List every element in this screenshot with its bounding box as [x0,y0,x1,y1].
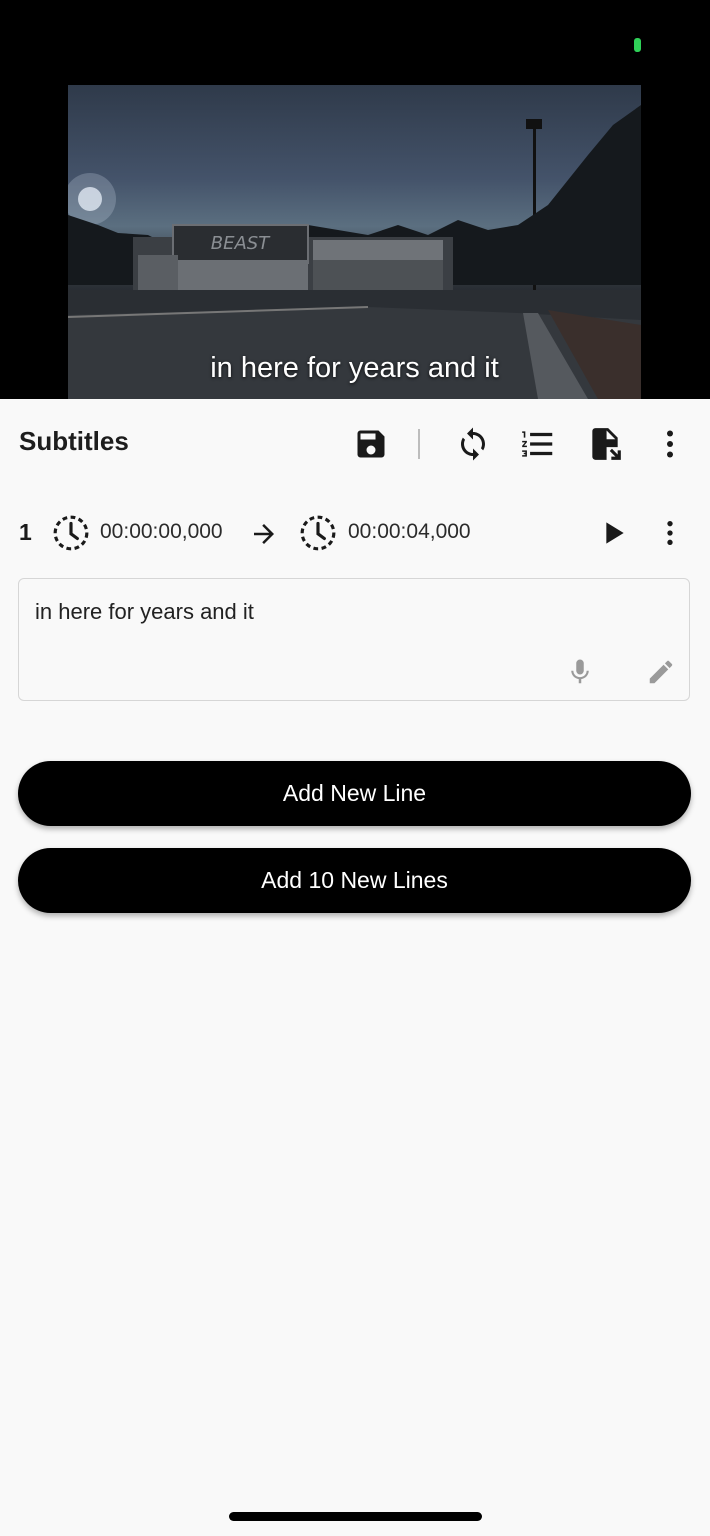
start-time[interactable]: 00:00:00,000 [100,520,223,544]
toolbar-divider [418,429,420,459]
line-more-icon[interactable] [654,516,686,550]
home-indicator[interactable] [229,1512,482,1521]
pencil-icon[interactable] [646,657,676,687]
recording-indicator [634,38,641,52]
subtitle-text-field[interactable]: in here for years and it [18,578,690,701]
sync-button[interactable] [453,424,493,464]
video-player[interactable]: BEAST in here for years and it [0,0,710,399]
add-ten-new-lines-button[interactable]: Add 10 New Lines [18,848,691,913]
arrow-right-icon [254,524,274,544]
play-icon[interactable] [597,517,629,549]
file-export-icon [592,428,621,460]
start-time-clock-icon[interactable] [52,514,90,552]
numbered-list-button[interactable] [518,424,558,464]
page-title: Subtitles [19,426,129,456]
video-frame[interactable]: BEAST in here for years and it [68,85,641,399]
numbered-list-icon [522,431,553,457]
video-subtitle-overlay: in here for years and it [210,352,499,384]
end-time-clock-icon[interactable] [299,514,337,552]
sync-icon [461,427,485,461]
more-vert-icon [667,430,673,458]
end-time[interactable]: 00:00:04,000 [348,520,471,544]
subtitle-text[interactable]: in here for years and it [35,599,254,625]
sign-text: BEAST [211,233,271,254]
subtitle-line-row: 1 00:00:00,000 00:00:04,000 [0,500,710,566]
export-file-button[interactable] [585,424,625,464]
toolbar-more-button[interactable] [650,424,690,464]
save-icon [357,430,385,458]
add-new-line-button[interactable]: Add New Line [18,761,691,826]
microphone-icon[interactable] [565,657,595,687]
save-button[interactable] [351,424,391,464]
line-index: 1 [19,519,32,545]
subtitles-toolbar: Subtitles [0,399,710,489]
